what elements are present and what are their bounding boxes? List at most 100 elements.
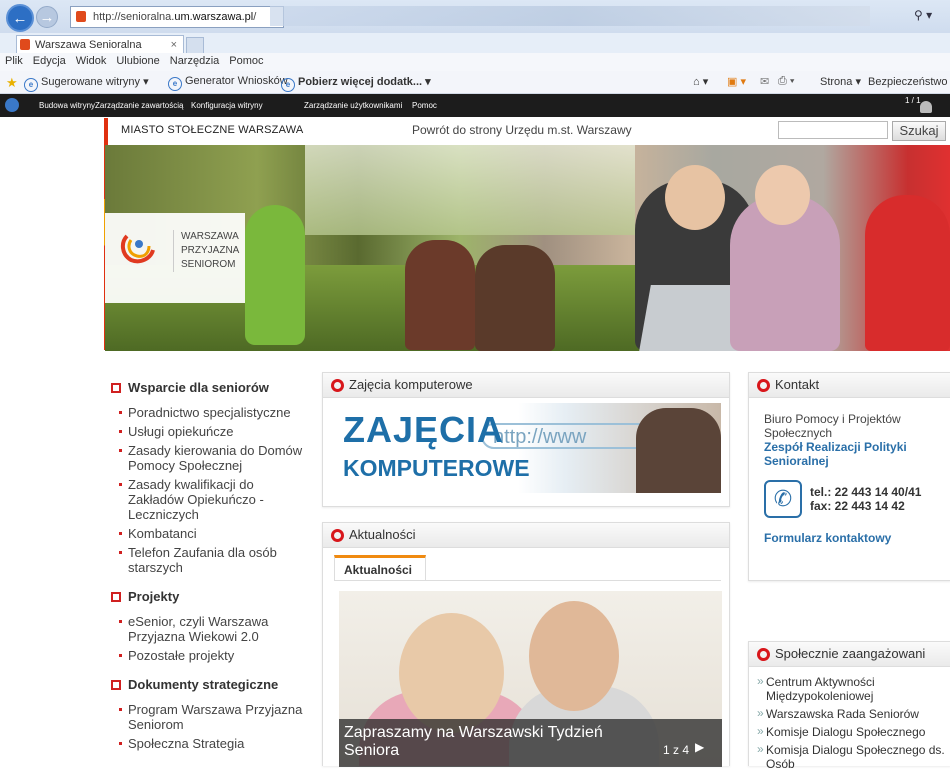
nav-link-care-services[interactable]: Usługi opiekuńcze [119, 424, 308, 439]
banner-woman-face [755, 165, 810, 225]
cms-logo-icon[interactable] [5, 98, 19, 112]
cms-admin-bar: Budowa witryny Zarządzanie zawartością K… [0, 94, 950, 117]
admin-user-management[interactable]: Zarządzanie użytkownikami [304, 101, 402, 110]
nav-link-other-projects[interactable]: Pozostałe projekty [119, 648, 308, 663]
banner-sky [305, 145, 635, 235]
photo-man-face [529, 601, 619, 711]
menu-bar: Plik Edycja Widok Ulubione Narzędzia Pomoc [0, 53, 950, 71]
tab-bar: Warszawa Senioralna × [0, 33, 950, 54]
banner-choir [865, 195, 950, 351]
banner-walker [245, 205, 305, 345]
news-header: Aktualności [323, 523, 729, 548]
menu-favorites[interactable]: Ulubione [111, 53, 164, 67]
menu-view[interactable]: Widok [71, 53, 112, 67]
nav-link-program[interactable]: Program Warszawa Przyjazna Seniorom [119, 702, 308, 732]
tab-divider [334, 580, 721, 581]
engaged-link-dialogue[interactable]: Komisje Dialogu Społecznego [757, 724, 950, 739]
banner-http-graphic: http://www [481, 423, 651, 449]
rss-icon[interactable]: ▣ ▾ [727, 75, 746, 88]
phone-icon: ✆ [764, 480, 802, 518]
user-icon[interactable] [920, 101, 932, 113]
print-icon[interactable]: ⎙ ▾ [778, 75, 794, 88]
next-slide-icon[interactable]: ▶ [695, 740, 704, 754]
generator-link[interactable]: e Generator Wniosków [168, 75, 288, 91]
tab-favicon-icon [20, 39, 30, 50]
security-menu[interactable]: Bezpieczeństwo ▾ [868, 75, 950, 88]
close-tab-icon[interactable]: × [171, 36, 177, 54]
search-input[interactable] [778, 121, 888, 139]
logo-line-3: SENIOROM [181, 259, 236, 270]
nav-link-strategy[interactable]: Społeczna Strategia [119, 736, 308, 751]
search-button[interactable]: Szukaj [892, 121, 946, 141]
admin-help[interactable]: Pomoc [412, 101, 437, 110]
ie-icon: e [24, 78, 38, 92]
url-field[interactable]: http://senioralna.um.warszawa.pl/ [70, 6, 284, 28]
banner-seniors-photo [636, 408, 721, 493]
news-caption-text[interactable]: Zapraszamy na Warszawski Tydzień Seniora [344, 724, 644, 760]
news-caption[interactable]: Zapraszamy na Warszawski Tydzień Seniora… [339, 719, 722, 767]
computer-classes-header: Zajęcia komputerowe [323, 373, 729, 398]
site-logo[interactable]: WARSZAWA PRZYJAZNA SENIOROM [105, 213, 245, 303]
engaged-box: Społecznie zaangażowani Centrum Aktywnoś… [748, 641, 950, 771]
contact-team[interactable]: Zespół Realizacji Polityki Senioralnej [764, 440, 950, 468]
nav-link-care-homes[interactable]: Zasady kierowania do Domów Pomocy Społec… [119, 443, 308, 473]
admin-content-management[interactable]: Zarządzanie zawartością [95, 101, 183, 110]
contact-fax: fax: 22 443 14 42 [810, 499, 905, 513]
nav-section-projects[interactable]: Projekty [111, 589, 308, 604]
favorites-star-icon[interactable]: ★ [6, 75, 18, 91]
contact-header: Kontakt [749, 373, 950, 398]
computer-classes-banner[interactable]: http://www ZAJĘCIA KOMPUTEROWE [331, 403, 721, 493]
blurred-toolbar-region [270, 6, 870, 26]
news-pager: 1 z 4 [663, 743, 690, 757]
back-to-city-link[interactable]: Powrót do strony Urzędu m.st. Warszawy [412, 123, 632, 137]
news-box: Aktualności Aktualności Zapraszamy na Wa… [322, 522, 730, 767]
computer-classes-box: Zajęcia komputerowe http://www ZAJĘCIA K… [322, 372, 730, 507]
home-icon[interactable]: ⌂ ▾ [693, 75, 708, 88]
admin-site-config[interactable]: Konfiguracja witryny [191, 101, 263, 110]
banner-player-1 [405, 240, 475, 350]
tab-warszawa-senioralna[interactable]: Warszawa Senioralna × [16, 35, 184, 53]
contact-box: Kontakt Biuro Pomocy i Projektów Społecz… [748, 372, 950, 581]
url-domain: um.warszawa.pl [174, 11, 254, 23]
menu-file[interactable]: Plik [0, 53, 28, 67]
address-bar-area: ← → http://senioralna.um.warszawa.pl/ ⚲ … [0, 0, 950, 34]
menu-edit[interactable]: Edycja [28, 53, 71, 67]
nav-link-veterans[interactable]: Kombatanci [119, 526, 308, 541]
back-button[interactable]: ← [6, 4, 34, 32]
contact-form-link[interactable]: Formularz kontaktowy [764, 531, 950, 545]
url-suffix: / [253, 11, 257, 23]
nav-link-care-institutions[interactable]: Zasady kwalifikacji do Zakładów Opiekuńc… [119, 477, 308, 522]
menu-tools[interactable]: Narzędzia [165, 53, 225, 67]
admin-site-build[interactable]: Budowa witryny [39, 101, 95, 110]
contact-phone: tel.: 22 443 14 40/41 [810, 485, 922, 499]
page-menu[interactable]: Strona ▾ [820, 75, 861, 88]
nav-section-support[interactable]: Wsparcie dla seniorów [111, 380, 308, 395]
engaged-link-senior-council[interactable]: Warszawska Rada Seniorów [757, 706, 950, 721]
url-prefix: http://senioralna. [93, 11, 175, 23]
more-addons-link[interactable]: e Pobierz więcej dodatk... ▾ [281, 75, 431, 92]
logo-line-2: PRZYJAZNA [181, 245, 240, 256]
suggested-sites-link[interactable]: e Sugerowane witryny ▾ [24, 75, 149, 92]
engaged-sublink-dialogue[interactable]: Komisja Dialogu Społecznego ds. Osób [757, 742, 950, 771]
forward-button[interactable]: → [36, 6, 58, 28]
ring-bullet-icon [331, 528, 344, 542]
nav-link-trust-phone[interactable]: Telefon Zaufania dla osób starszych [119, 545, 308, 575]
city-title[interactable]: MIASTO STOŁECZNE WARSZAWA [121, 124, 303, 136]
menu-help[interactable]: Pomoc [224, 53, 268, 67]
nav-link-esenior[interactable]: eSenior, czyli Warszawa Przyjazna Wiekow… [119, 614, 308, 644]
ring-bullet-icon [757, 647, 770, 661]
engaged-link-intergenerational[interactable]: Centrum Aktywności Międzypokoleniowej [757, 674, 950, 703]
site-favicon-icon [76, 11, 86, 22]
mail-icon[interactable]: ✉ [760, 75, 769, 88]
section-bullet-icon [111, 679, 121, 690]
nav-link-counseling[interactable]: Poradnictwo specjalistyczne [119, 405, 308, 420]
banner-line-1: ZAJĘCIA [343, 409, 505, 450]
nav-section-documents[interactable]: Dokumenty strategiczne [111, 677, 308, 692]
new-tab-button[interactable] [186, 37, 204, 54]
search-icon[interactable]: ⚲ ▾ [914, 8, 932, 22]
admin-page-counter: 1 / 1 [905, 96, 921, 105]
section-bullet-icon [111, 591, 121, 602]
news-tab[interactable]: Aktualności [334, 555, 426, 581]
section-bullet-icon [111, 382, 121, 393]
engaged-header: Społecznie zaangażowani [749, 642, 950, 667]
